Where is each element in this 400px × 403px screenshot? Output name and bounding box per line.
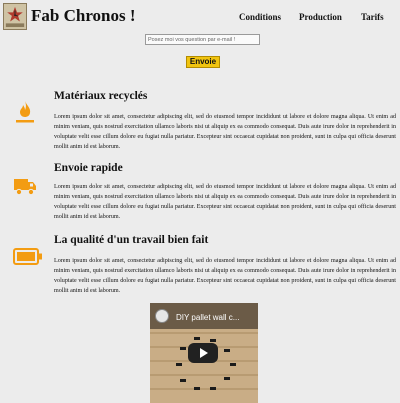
site-title: Fab Chronos ! <box>31 6 136 25</box>
send-button[interactable]: Envoie <box>186 56 220 68</box>
battery-full-icon <box>13 247 43 267</box>
nav-tarifs[interactable]: Tarifs <box>361 12 384 22</box>
clock-logo[interactable] <box>3 3 27 30</box>
fire-icon <box>13 100 37 126</box>
nav-production[interactable]: Production <box>299 12 342 22</box>
nav-conditions[interactable]: Conditions <box>239 12 281 22</box>
section-title-quality: La qualité d'un travail bien fait <box>54 234 209 246</box>
video-embed[interactable]: DIY pallet wall c... <box>150 303 258 403</box>
section-title-shipping: Envoie rapide <box>54 162 123 174</box>
site-header: Fab Chronos ! Conditions Production Tari… <box>0 0 400 34</box>
channel-avatar <box>155 309 169 323</box>
email-question-input[interactable] <box>145 34 260 45</box>
truck-icon <box>13 176 37 196</box>
section-text-shipping: Lorem ipsum dolor sit amet, consectetur … <box>54 184 396 220</box>
clock-logo-icon <box>4 4 26 29</box>
play-button[interactable] <box>188 343 218 363</box>
section-title-recycled: Matériaux recyclés <box>54 90 148 102</box>
section-text-recycled: Lorem ipsum dolor sit amet, consectetur … <box>54 114 396 150</box>
section-text-quality: Lorem ipsum dolor sit amet, consectetur … <box>54 258 396 294</box>
video-title: DIY pallet wall c... <box>176 313 240 322</box>
